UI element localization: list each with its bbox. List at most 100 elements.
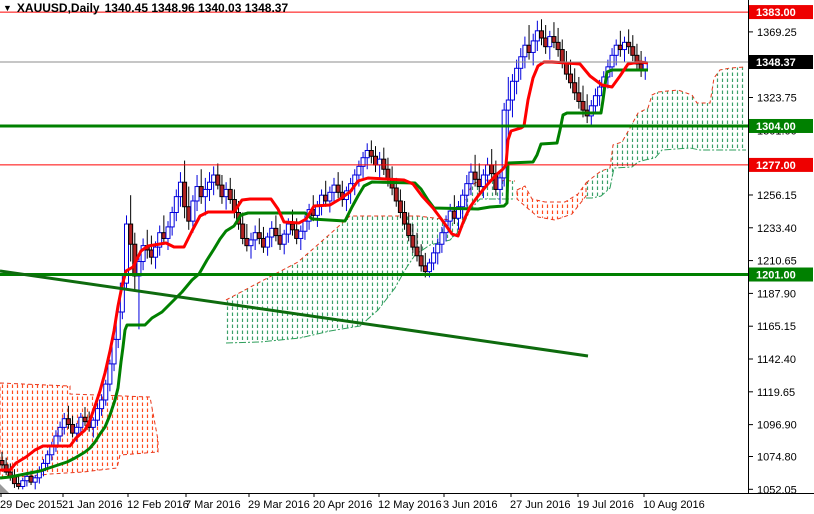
svg-text:1277.00: 1277.00 <box>756 160 796 172</box>
candle <box>555 27 561 57</box>
candle <box>16 476 22 490</box>
y-axis-tick-label: 1233.40 <box>757 223 797 235</box>
candle <box>265 232 271 256</box>
candle <box>273 215 279 242</box>
candle <box>638 50 644 77</box>
candle <box>207 172 212 201</box>
candle <box>331 177 337 204</box>
x-axis-date-label: 10 Aug 2016 <box>643 499 705 511</box>
candle <box>534 20 540 51</box>
candle <box>227 177 233 204</box>
candle <box>319 189 325 216</box>
x-axis-date-label: 29 Dec 2015 <box>0 499 62 511</box>
candle <box>32 474 38 490</box>
candle <box>642 56 648 80</box>
candle <box>518 48 524 80</box>
price-chart-canvas[interactable]: 1369.251323.751301.001256.151233.401210.… <box>0 0 814 514</box>
candle <box>526 25 532 60</box>
y-axis-tick-label: 1074.80 <box>757 451 797 463</box>
scroll-position-marker[interactable] <box>0 484 9 493</box>
candle <box>339 180 345 207</box>
symbol-period-label: XAUUSD,Daily <box>16 1 100 15</box>
y-axis-tick-label: 1369.25 <box>757 27 797 39</box>
candle <box>161 215 167 245</box>
candle <box>335 172 341 199</box>
y-axis-tick-label: 1096.90 <box>757 420 797 432</box>
candle <box>173 189 179 222</box>
candle <box>543 25 549 54</box>
candle <box>630 35 636 62</box>
x-axis-date-label: 27 Jun 2016 <box>510 499 571 511</box>
price-tag-current-price: 1348.37 <box>749 55 813 69</box>
candle <box>248 232 254 259</box>
candle <box>277 224 283 250</box>
symbol-dropdown-icon[interactable]: ▼ <box>3 2 12 14</box>
y-axis-tick-label: 1052.05 <box>757 484 797 496</box>
candle <box>547 30 553 60</box>
candle <box>431 247 437 271</box>
price-tag-level-1383.00: 1383.00 <box>749 5 813 20</box>
candle <box>256 218 262 245</box>
price-tags: 1383.00 1304.00 1277.00 1201.00 1348.37 <box>749 5 813 282</box>
x-axis-date-label: 20 Apr 2016 <box>313 499 372 511</box>
candle <box>572 68 578 101</box>
candle <box>269 221 275 248</box>
candle <box>368 140 374 164</box>
candle <box>140 238 146 271</box>
candle <box>584 94 590 124</box>
y-axis-labels: 1369.251323.751301.001256.151233.401210.… <box>748 27 797 496</box>
candle <box>592 88 598 115</box>
x-axis-date-label: 7 Mar 2016 <box>185 499 241 511</box>
x-axis-date-label: 12 May 2016 <box>378 499 442 511</box>
candle <box>211 166 217 196</box>
candle <box>472 154 478 187</box>
x-axis-date-label: 29 Mar 2016 <box>248 499 310 511</box>
candle <box>260 226 266 253</box>
x-axis-labels: 29 Dec 2015 21 Jan 2016 12 Feb 20167 Mar 2… <box>0 493 705 511</box>
x-axis-date-label: 12 Feb 2016 <box>127 499 189 511</box>
svg-text:1348.37: 1348.37 <box>756 57 796 69</box>
candle <box>128 195 134 262</box>
candle <box>198 169 204 204</box>
candle <box>509 74 515 118</box>
candle <box>20 477 26 490</box>
candle <box>182 160 188 219</box>
price-tag-level-1277.00: 1277.00 <box>749 157 813 172</box>
candle <box>252 225 258 250</box>
candle <box>563 50 569 80</box>
svg-text:1304.00: 1304.00 <box>756 121 796 133</box>
candle <box>194 175 200 212</box>
candle <box>501 102 507 187</box>
svg-text:1383.00: 1383.00 <box>756 7 796 19</box>
x-axis-date-label: 19 Jul 2016 <box>577 499 634 511</box>
y-axis-tick-label: 1187.90 <box>757 288 796 300</box>
candle <box>144 229 150 259</box>
candle <box>231 189 237 219</box>
candle <box>157 225 163 256</box>
candle <box>186 186 192 230</box>
candle <box>148 235 154 265</box>
candle <box>281 229 287 255</box>
candle <box>373 146 378 173</box>
price-tag-level-1304.00: 1304.00 <box>749 118 813 133</box>
candle <box>576 76 582 109</box>
candle <box>505 76 511 138</box>
ichimoku-red-cloud <box>516 181 587 221</box>
candle <box>327 186 333 213</box>
candle <box>381 147 387 176</box>
candle <box>298 225 304 250</box>
candle <box>539 19 544 46</box>
y-axis-tick-label: 1142.40 <box>757 354 796 366</box>
y-axis-tick-label: 1210.65 <box>757 256 797 268</box>
candle <box>323 180 329 207</box>
candle <box>626 29 632 54</box>
candle <box>177 172 183 207</box>
chart-area[interactable]: ▼ XAUUSD,Daily 1340.45 1348.96 1340.03 1… <box>0 0 814 514</box>
candle <box>169 206 175 236</box>
candle <box>397 189 403 219</box>
svg-text:1201.00: 1201.00 <box>756 270 796 282</box>
x-axis-date-label: 21 Jan 2016 <box>62 499 123 511</box>
candle <box>215 163 221 190</box>
candle <box>202 177 208 216</box>
candle <box>622 36 627 63</box>
